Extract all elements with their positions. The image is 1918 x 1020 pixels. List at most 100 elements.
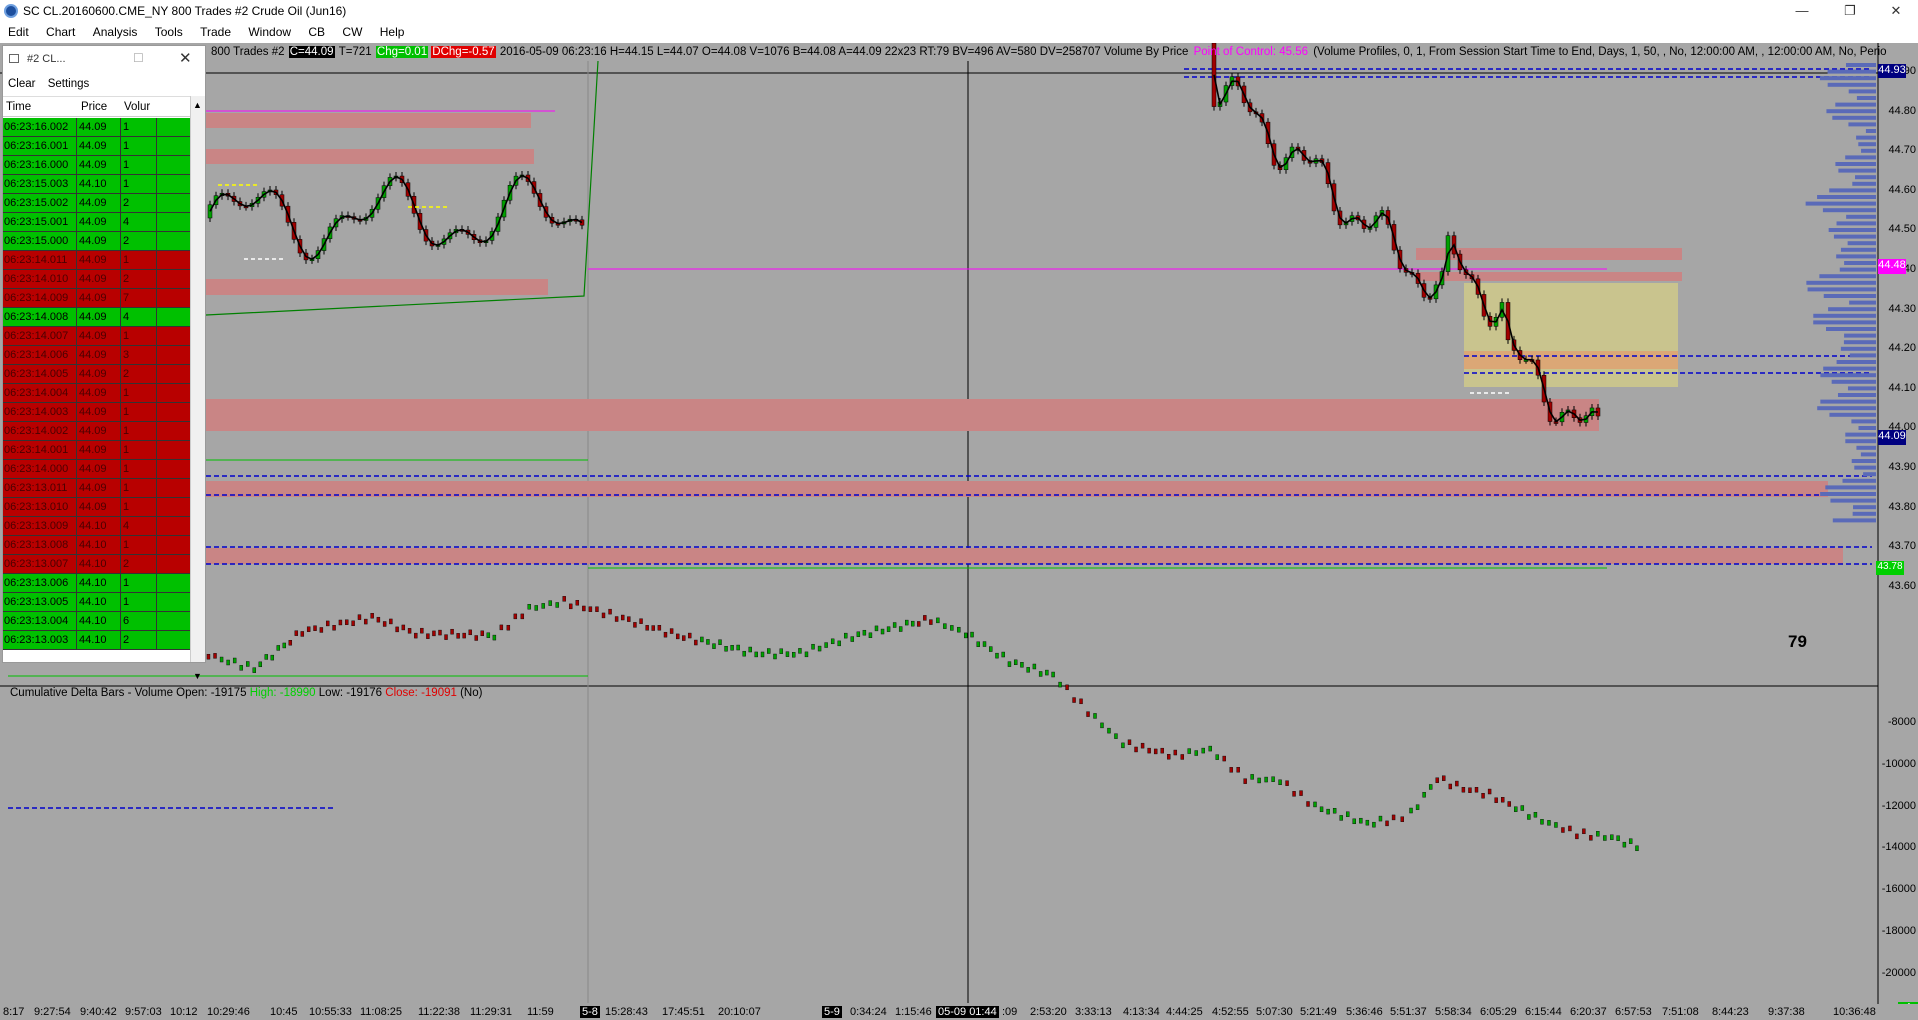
ts-row[interactable]: 06:23:14.009 44.09 7 xyxy=(3,289,190,308)
ts-row[interactable]: 06:23:13.006 44.10 1 xyxy=(3,574,190,593)
ts-row[interactable]: 06:23:14.011 44.09 1 xyxy=(3,251,190,270)
ts-scrollbar[interactable]: ▲ ▼ xyxy=(190,96,205,681)
daily-change-value: DChg=-0.57 xyxy=(431,46,496,58)
delta-bar xyxy=(407,628,412,634)
close-button[interactable]: ✕ xyxy=(1876,1,1916,21)
ts-row[interactable]: 06:23:13.003 44.10 2 xyxy=(3,631,190,650)
ts-row[interactable]: 06:23:13.010 44.09 1 xyxy=(3,498,190,517)
menu-cw[interactable]: CW xyxy=(334,22,368,39)
ts-row[interactable]: 06:23:13.004 44.10 6 xyxy=(3,612,190,631)
delta-bar xyxy=(682,635,686,641)
delta-bar xyxy=(306,626,311,632)
delta-bar xyxy=(338,619,343,626)
time-tick-label: 4:44:25 xyxy=(1166,1006,1203,1018)
ts-time-cell: 06:23:16.002 xyxy=(4,121,69,133)
delta-bar xyxy=(688,632,692,639)
ts-row[interactable]: 06:23:14.004 44.09 1 xyxy=(3,384,190,403)
ts-time-cell: 06:23:13.006 xyxy=(4,577,69,589)
ts-volume-cell: 7 xyxy=(120,289,156,308)
delta-bar xyxy=(923,615,927,621)
ts-row[interactable]: 06:23:14.005 44.09 2 xyxy=(3,365,190,384)
ts-row[interactable]: 06:23:15.000 44.09 2 xyxy=(3,232,190,251)
ts-row[interactable]: 06:23:16.000 44.09 1 xyxy=(3,156,190,175)
delta-bar xyxy=(1442,775,1446,781)
ts-row[interactable]: 06:23:14.010 44.09 2 xyxy=(3,270,190,289)
ts-volume-cell: 1 xyxy=(120,593,156,612)
time-tick-label: 5:36:46 xyxy=(1346,1006,1383,1018)
ts-row[interactable]: 06:23:13.005 44.10 1 xyxy=(3,593,190,612)
ts-price-cell: 44.10 xyxy=(76,612,120,631)
ts-row[interactable]: 06:23:13.008 44.10 1 xyxy=(3,536,190,555)
ts-row[interactable]: 06:23:14.000 44.09 1 xyxy=(3,460,190,479)
delta-bar xyxy=(1007,661,1012,667)
time-tick-label: 5-9 xyxy=(822,1006,842,1018)
chart-area[interactable] xyxy=(0,43,1918,1020)
ts-row[interactable]: 06:23:13.009 44.10 4 xyxy=(3,517,190,536)
ts-titlebar[interactable]: #2 CL... ☐ ✕ xyxy=(3,46,205,70)
maximize-icon[interactable]: ☐ xyxy=(133,51,144,65)
ts-row[interactable]: 06:23:14.006 44.09 3 xyxy=(3,346,190,365)
menu-cb[interactable]: CB xyxy=(300,22,331,39)
volume-profile-bar xyxy=(1832,115,1876,120)
time-and-sales-window[interactable]: #2 CL... ☐ ✕ Clear Settings Time Price V… xyxy=(2,45,206,681)
ts-col-time[interactable]: Time xyxy=(6,101,31,113)
ts-price-cell: 44.09 xyxy=(76,118,120,137)
ts-time-cell: 06:23:15.003 xyxy=(4,178,69,190)
time-tick-label: 6:57:53 xyxy=(1615,1006,1652,1018)
delta-bar xyxy=(929,619,933,625)
restore-button[interactable]: ❐ xyxy=(1830,1,1870,21)
ts-row[interactable]: 06:23:14.008 44.09 4 xyxy=(3,308,190,327)
delta-bar xyxy=(426,633,430,639)
ts-row[interactable]: 06:23:14.001 44.09 1 xyxy=(3,441,190,460)
delta-bar xyxy=(401,624,406,631)
ts-row[interactable]: 06:23:14.002 44.09 1 xyxy=(3,422,190,441)
volume-profile-bar xyxy=(1847,386,1876,391)
delta-bar xyxy=(1603,835,1607,841)
ts-row[interactable]: 06:23:15.002 44.09 2 xyxy=(3,194,190,213)
value-area-box xyxy=(1464,283,1678,387)
menu-chart[interactable]: Chart xyxy=(38,22,81,39)
ts-col-volume[interactable]: Volur xyxy=(124,101,150,113)
trade-counter: 79 xyxy=(1788,632,1807,651)
delta-bar xyxy=(1372,821,1376,828)
delta-suffix: (No) xyxy=(460,687,483,699)
ts-clear-button[interactable]: Clear xyxy=(3,76,35,90)
ts-row[interactable]: 06:23:13.011 44.09 1 xyxy=(3,479,190,498)
volume-profile-bar xyxy=(1844,333,1876,338)
menu-analysis[interactable]: Analysis xyxy=(85,22,144,39)
menu-tools[interactable]: Tools xyxy=(147,22,189,39)
delta-bar xyxy=(976,641,980,647)
price-chart-canvas[interactable] xyxy=(0,43,1918,1020)
ts-row[interactable]: 06:23:16.001 44.09 1 xyxy=(3,137,190,156)
menu-edit[interactable]: Edit xyxy=(0,22,35,39)
ts-col-price[interactable]: Price xyxy=(81,101,107,113)
time-tick-label: 4:13:34 xyxy=(1123,1006,1160,1018)
volume-profile-bar xyxy=(1827,69,1876,74)
volume-profile-bar xyxy=(1853,505,1876,510)
delta-bar xyxy=(874,625,879,632)
menu-trade[interactable]: Trade xyxy=(192,22,237,39)
value-area-band xyxy=(1464,351,1678,369)
ts-row[interactable]: 06:23:14.003 44.09 1 xyxy=(3,403,190,422)
ts-empty-cell xyxy=(156,213,190,232)
ts-row[interactable]: 06:23:15.001 44.09 4 xyxy=(3,213,190,232)
ts-row[interactable]: 06:23:14.007 44.09 1 xyxy=(3,327,190,346)
minimize-button[interactable]: — xyxy=(1782,1,1822,21)
ts-settings-button[interactable]: Settings xyxy=(43,76,90,90)
time-tick-label: 6:20:37 xyxy=(1570,1006,1607,1018)
ts-row[interactable]: 06:23:15.003 44.10 1 xyxy=(3,175,190,194)
volume-profile-bar xyxy=(1819,76,1876,81)
delta-bar xyxy=(226,659,230,666)
ts-row[interactable]: 06:23:16.002 44.09 1 xyxy=(3,118,190,137)
close-icon[interactable]: ✕ xyxy=(179,49,192,67)
ts-empty-cell xyxy=(156,460,190,479)
scroll-up-icon[interactable]: ▲ xyxy=(193,100,202,110)
scroll-down-icon[interactable]: ▼ xyxy=(193,671,202,681)
time-tick-label: 10:29:46 xyxy=(207,1006,250,1018)
delta-bar xyxy=(1114,733,1118,739)
trend-line xyxy=(205,60,599,316)
ts-row[interactable]: 06:23:13.007 44.10 2 xyxy=(3,555,190,574)
menu-window[interactable]: Window xyxy=(240,22,297,39)
menu-help[interactable]: Help xyxy=(372,22,411,39)
delta-bar xyxy=(724,646,728,652)
